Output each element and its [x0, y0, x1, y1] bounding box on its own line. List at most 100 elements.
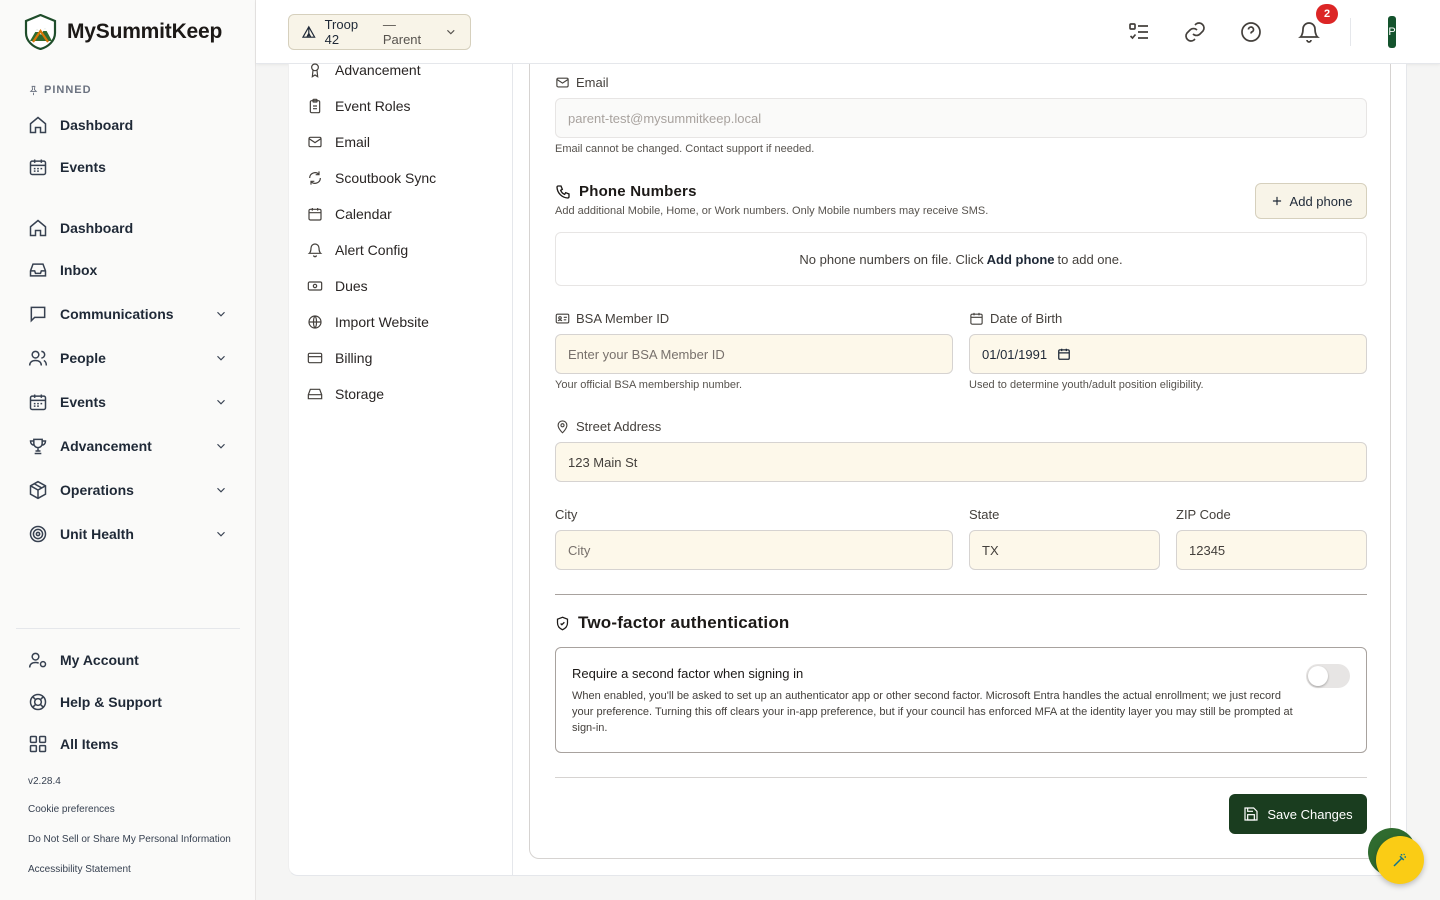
email-field[interactable]: parent-test@mysummitkeep.local	[555, 98, 1367, 138]
mail-icon	[556, 77, 569, 88]
zip-code-input[interactable]: 12345	[1176, 530, 1367, 570]
do-not-sell-link[interactable]: Do Not Sell or Share My Personal Informa…	[28, 834, 231, 845]
settings-nav-calendar[interactable]: Calendar	[307, 203, 392, 225]
avatar[interactable]: P	[1388, 16, 1396, 48]
settings-nav-advancement[interactable]: Advancement	[307, 59, 421, 81]
nav-label: Events	[60, 394, 106, 410]
email-hint: Email cannot be changed. Contact support…	[555, 143, 815, 155]
settings-nav-dues[interactable]: Dues	[307, 275, 368, 297]
settings-nav-alert-config[interactable]: Alert Config	[307, 239, 408, 261]
calendar-picker-icon[interactable]	[1057, 347, 1071, 361]
phone-numbers-subtitle: Add additional Mobile, Home, or Work num…	[555, 205, 989, 217]
footer-divider	[555, 777, 1367, 778]
date-of-birth-input[interactable]: 01/01/1991	[969, 334, 1367, 374]
sidebar-item-communications[interactable]: Communications	[28, 300, 228, 328]
chevron-down-icon[interactable]	[214, 439, 228, 453]
chevron-down-icon[interactable]	[214, 351, 228, 365]
section-divider	[555, 594, 1367, 595]
chevron-down-icon[interactable]	[214, 483, 228, 497]
pinned-item-events[interactable]: Events	[28, 153, 228, 181]
sidebar-item-events[interactable]: Events	[28, 388, 228, 416]
date-of-birth-value: 01/01/1991	[982, 346, 1048, 362]
two-factor-option-title: Require a second factor when signing in	[572, 666, 804, 681]
profile-form-card: Email parent-test@mysummitkeep.local Ema…	[529, 64, 1391, 859]
topbar-divider	[1350, 18, 1351, 46]
nav-label: Inbox	[60, 262, 98, 278]
pinned-item-dashboard[interactable]: Dashboard	[28, 111, 228, 139]
bell-icon[interactable]	[1297, 20, 1321, 44]
street-address-input[interactable]: 123 Main St	[555, 442, 1367, 482]
city-input[interactable]: City	[555, 530, 953, 570]
nav-label: Events	[60, 159, 106, 175]
tent-icon	[301, 25, 316, 38]
settings-nav-event-roles[interactable]: Event Roles	[307, 95, 410, 117]
bsa-member-id-hint: Your official BSA membership number.	[555, 379, 743, 391]
grid-icon	[29, 735, 47, 753]
nav-label: My Account	[60, 652, 139, 668]
two-factor-toggle[interactable]	[1306, 664, 1350, 688]
street-address-label: Street Address	[555, 419, 661, 434]
sidebar-divider	[16, 628, 240, 629]
chevron-down-icon[interactable]	[214, 527, 228, 541]
chevron-down-icon[interactable]	[214, 307, 228, 321]
globe-icon	[308, 315, 322, 329]
accessibility-statement-link[interactable]: Accessibility Statement	[28, 864, 131, 875]
phone-numbers-title: Phone Numbers	[555, 183, 697, 200]
award-icon	[311, 63, 319, 78]
sidebar-item-people[interactable]: People	[28, 344, 228, 372]
sidebar-item-unit-health[interactable]: Unit Health	[28, 520, 228, 548]
package-icon	[29, 480, 47, 500]
home-icon	[29, 219, 47, 237]
nav-label: Unit Health	[60, 526, 134, 542]
zip-code-label: ZIP Code	[1176, 507, 1231, 522]
city-label: City	[555, 507, 578, 522]
top-bar: Troop 42 — Parent 2 P	[256, 0, 1440, 64]
toggle-knob	[1308, 666, 1328, 686]
cookie-preferences-link[interactable]: Cookie preferences	[28, 804, 115, 815]
state-input[interactable]: TX	[969, 530, 1160, 570]
sidebar-item-help-support[interactable]: Help & Support	[28, 688, 228, 716]
settings-nav: Advancement Event Roles Email Scoutbook …	[288, 62, 513, 876]
calendar-icon	[29, 159, 47, 176]
phone-empty-state: No phone numbers on file. Click Add phon…	[555, 232, 1367, 286]
bsa-member-id-input[interactable]: Enter your BSA Member ID	[555, 334, 953, 374]
sidebar-item-dashboard[interactable]: Dashboard	[28, 214, 228, 242]
message-icon	[30, 306, 46, 323]
settings-nav-email[interactable]: Email	[307, 131, 370, 153]
inbox-icon	[29, 263, 47, 277]
unit-switcher[interactable]: Troop 42 — Parent	[288, 14, 471, 50]
brand[interactable]: MySummitKeep	[24, 14, 222, 50]
save-icon	[1244, 807, 1258, 821]
pinned-section-label: PINNED	[28, 84, 92, 96]
checklist-icon[interactable]	[1127, 20, 1151, 44]
state-label: State	[969, 507, 1000, 522]
chevron-down-icon[interactable]	[214, 395, 228, 409]
settings-nav-storage[interactable]: Storage	[307, 383, 384, 405]
sidebar-item-operations[interactable]: Operations	[28, 476, 228, 504]
assistant-fab[interactable]	[1376, 836, 1424, 884]
unit-name: Troop 42	[324, 17, 359, 47]
save-changes-button[interactable]: Save Changes	[1229, 794, 1367, 834]
calendar-icon	[308, 208, 322, 221]
settings-nav-import-website[interactable]: Import Website	[307, 311, 429, 333]
nav-label: Help & Support	[60, 694, 162, 710]
two-factor-description: When enabled, you'll be asked to set up …	[572, 690, 1293, 734]
target-icon	[29, 525, 47, 543]
clipboard-icon	[309, 98, 321, 114]
settings-nav-scoutbook-sync[interactable]: Scoutbook Sync	[307, 167, 436, 189]
main-content: Email parent-test@mysummitkeep.local Ema…	[513, 64, 1407, 876]
sidebar-item-my-account[interactable]: My Account	[28, 646, 228, 674]
sidebar: MySummitKeep PINNED Dashboard Events Das…	[0, 0, 256, 900]
sidebar-item-inbox[interactable]: Inbox	[28, 256, 228, 284]
id-card-icon	[555, 313, 570, 324]
logo-icon	[24, 14, 57, 50]
nav-label: Dashboard	[60, 117, 134, 133]
settings-nav-billing[interactable]: Billing	[307, 347, 372, 369]
link-icon[interactable]	[1183, 20, 1207, 44]
add-phone-button[interactable]: Add phone	[1255, 183, 1367, 219]
sidebar-item-advancement[interactable]: Advancement	[28, 432, 228, 460]
chevron-down-icon	[447, 29, 455, 35]
help-icon[interactable]	[1239, 20, 1263, 44]
calendar-icon	[970, 312, 983, 325]
sidebar-item-all-items[interactable]: All Items	[28, 730, 228, 758]
